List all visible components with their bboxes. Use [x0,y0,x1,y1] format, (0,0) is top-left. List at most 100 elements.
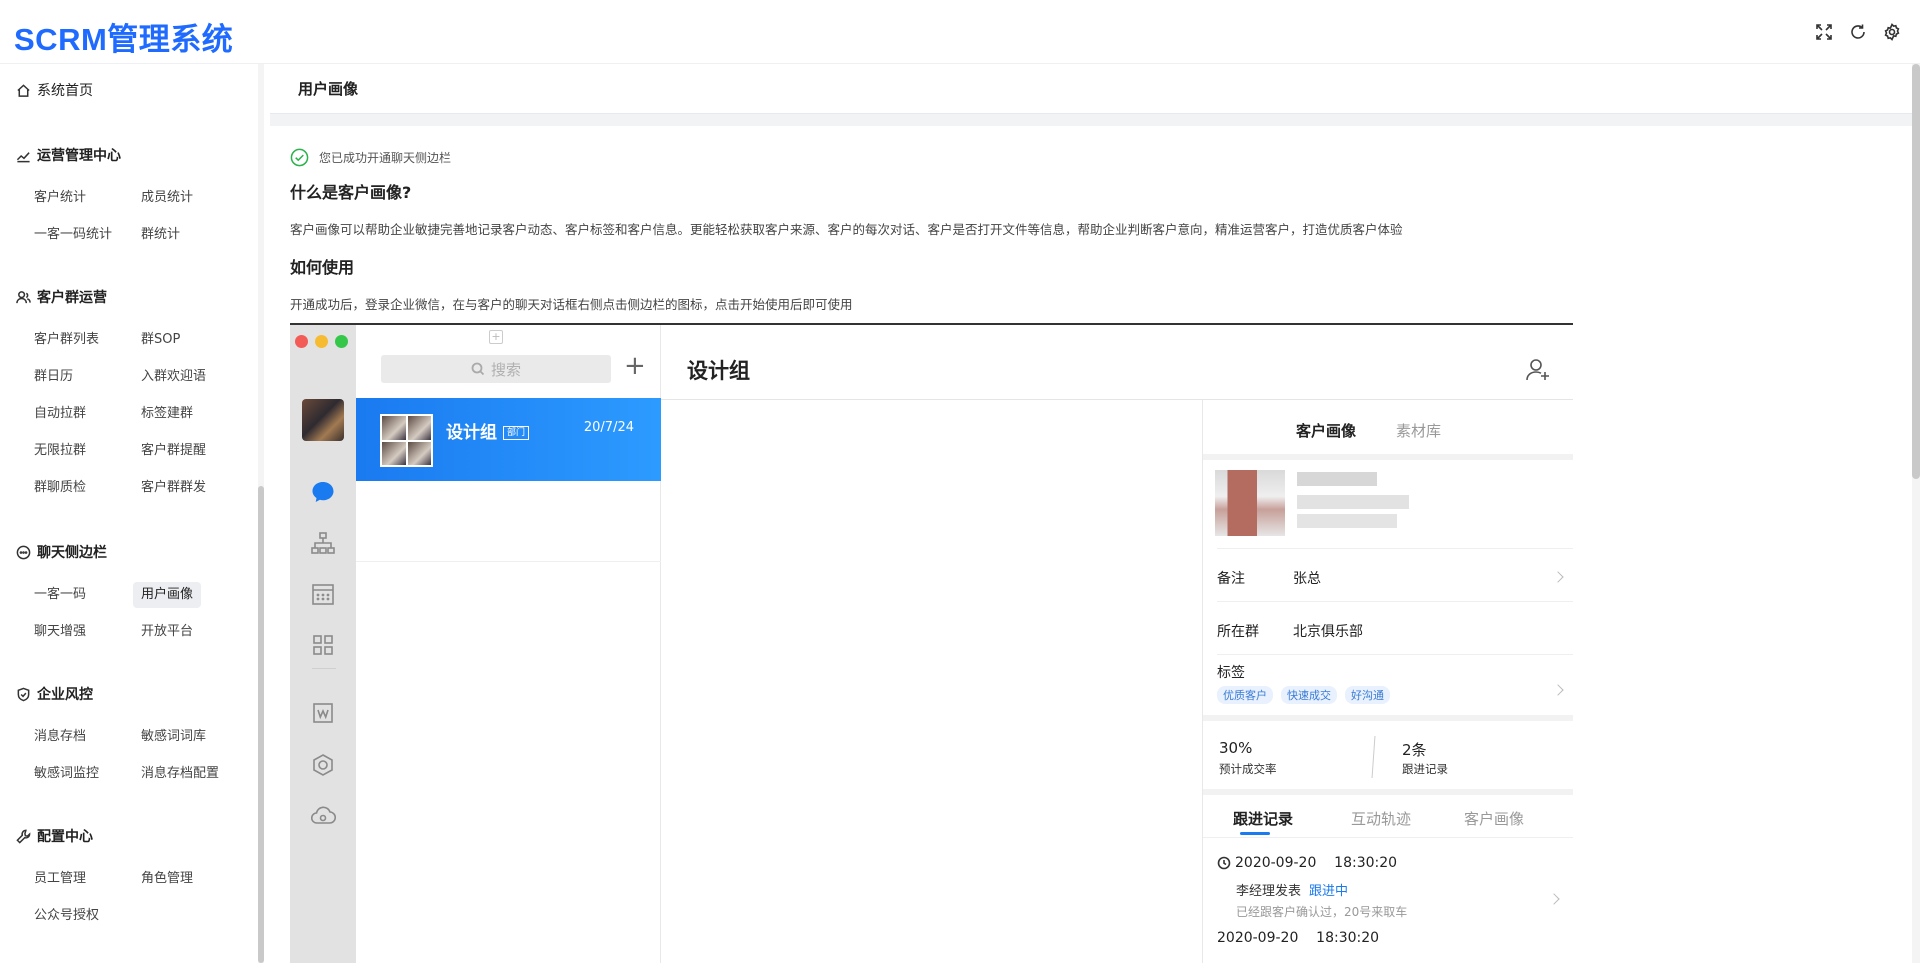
search-input[interactable]: 搜索 [381,355,611,383]
sidebar-item-home[interactable]: 系统首页 [16,80,93,100]
wrench-icon [16,829,31,844]
sidebar-item[interactable]: 开放平台 [133,619,201,645]
check-circle-icon [290,148,309,167]
page-title: 用户画像 [270,64,1912,114]
rail-divider [312,668,336,669]
window-controls [295,335,348,348]
chat-date: 20/7/24 [583,420,634,435]
close-dot-icon [295,335,308,348]
sidebar-item[interactable]: 敏感词词库 [133,724,214,750]
sidebar-item[interactable]: 公众号授权 [26,903,107,929]
fullscreen-icon[interactable] [1814,22,1834,42]
list-divider [356,561,661,562]
sidebar-item[interactable]: 客户群群发 [133,475,214,501]
tag: 优质客户 [1217,686,1273,704]
department-badge: 部门 [503,426,530,440]
success-message: 您已成功开通聊天侧边栏 [290,148,1790,167]
settings-icon[interactable] [1882,22,1902,42]
top-bar: SCRM管理系统 [0,0,1920,64]
sidebar-item[interactable]: 敏感词监控 [26,761,107,787]
sidebar-scroll-thumb[interactable] [258,486,264,963]
tab-interaction-trail[interactable]: 互动轨迹 [1351,808,1411,829]
sidebar-home-label: 系统首页 [37,83,93,99]
cube-icon [309,751,337,779]
blurred-info [1297,495,1409,509]
chevron-right-icon[interactable] [1548,893,1560,905]
row-divider [1217,548,1573,549]
sidebar-group-title[interactable]: 客户群运营 [16,287,261,307]
sidebar-item[interactable]: 客户群提醒 [133,438,214,464]
record-author-name: 李经理发表 [1236,884,1302,899]
sidebar-item[interactable]: 群聊质检 [26,475,94,501]
sidebar-group-title[interactable]: 运营管理中心 [16,145,261,165]
page-content: 您已成功开通聊天侧边栏 什么是客户画像? 客户画像可以帮助企业敏捷完善地记录客户… [290,148,1790,313]
chart-line-icon [16,148,31,163]
chat-name: 设计组 部门 [446,418,530,443]
sidebar-item[interactable]: 自动拉群 [26,401,94,427]
tab-follow-records[interactable]: 跟进记录 [1233,808,1293,829]
sidebar-item[interactable]: 无限拉群 [26,438,94,464]
sidebar-item[interactable]: 角色管理 [133,866,201,892]
main-scroll-thumb[interactable] [1912,64,1920,479]
sidebar-item[interactable]: 消息存档 [26,724,94,750]
blurred-name [1297,472,1377,486]
calendar-icon [309,580,337,608]
refresh-icon[interactable] [1848,22,1868,42]
tags-label: 标签 [1217,665,1245,681]
sidebar-group-config: 配置中心 员工管理 角色管理 公众号授权 [16,826,261,929]
chat-window: 设计组 客户画像 素材库 备注 张总 所在群 北京俱乐部 标签 优质客户 快速成… [661,325,1573,963]
sidebar-item[interactable]: 一客一码 [26,582,94,608]
add-icon[interactable]: + [624,353,646,379]
group-value: 北京俱乐部 [1293,624,1363,640]
clock-icon [1217,856,1231,870]
sidebar-group-title[interactable]: 企业风控 [16,684,261,704]
new-window-icon: + [489,330,503,344]
tag: 快速成交 [1281,686,1337,704]
minimize-dot-icon [315,335,328,348]
app-logo: SCRM管理系统 [14,22,234,57]
panel-tabs: 客户画像 素材库 [1203,400,1573,454]
shield-icon [16,687,31,702]
sidebar-item[interactable]: 员工管理 [26,866,94,892]
record-time-2: 2020-09-20 18:30:20 [1217,930,1380,946]
sidebar: 系统首页 运营管理中心 客户统计 成员统计 一客一码统计 群统计 客户群运营 客… [0,64,264,963]
sidebar-item-member-stats[interactable]: 成员统计 [133,185,201,211]
blurred-info [1297,514,1397,528]
sidebar-item[interactable]: 群SOP [133,327,188,353]
stat-follow-count-label: 跟进记录 [1402,762,1448,776]
remark-value: 张总 [1293,571,1321,587]
sidebar-item[interactable]: 入群欢迎语 [133,364,214,390]
group-label: 所在群 [1217,624,1259,640]
main-scrollbar[interactable] [1912,64,1920,963]
tab-material-library[interactable]: 素材库 [1396,420,1441,441]
panel-divider [1203,789,1573,795]
sidebar-group-label: 客户群运营 [37,290,107,306]
tab-customer-portrait[interactable]: 客户画像 [1296,420,1356,441]
tab-customer-portrait-2[interactable]: 客户画像 [1464,808,1524,829]
sidebar-item[interactable]: 消息存档配置 [133,761,227,787]
sidebar-group-title[interactable]: 配置中心 [16,826,261,846]
group-icon [16,290,31,305]
sidebar-item-customer-stats[interactable]: 客户统计 [26,185,94,211]
sidebar-item[interactable]: 标签建群 [133,401,201,427]
chevron-right-icon [1552,571,1564,583]
sidebar-item[interactable]: 聊天增强 [26,619,94,645]
chat-bubble-icon [16,545,31,560]
panel-divider [1203,454,1573,460]
sidebar-group-title[interactable]: 聊天侧边栏 [16,542,261,562]
sidebar-scrollbar[interactable] [258,64,264,963]
record-status: 跟进中 [1309,884,1349,899]
sidebar-item[interactable]: 客户群列表 [26,327,107,353]
sidebar-item[interactable]: 群日历 [26,364,81,390]
org-chart-icon [309,529,337,557]
sidebar-item-group-stats[interactable]: 群统计 [133,222,188,248]
sidebar-item-code-stats[interactable]: 一客一码统计 [26,222,120,248]
chat-list-item[interactable]: 设计组 部门 20/7/24 [356,398,661,481]
sidebar-group-label: 企业风控 [37,687,93,703]
success-text: 您已成功开通聊天侧边栏 [319,151,452,165]
section-text-how: 开通成功后，登录企业微信，在与客户的聊天对话框右侧点击侧边栏的图标，点击开始使用… [290,297,853,312]
active-tab-indicator [1240,832,1270,835]
add-person-icon[interactable] [1525,357,1551,383]
sidebar-item-user-portrait[interactable]: 用户画像 [133,582,202,608]
chat-title: 设计组 [687,359,750,383]
